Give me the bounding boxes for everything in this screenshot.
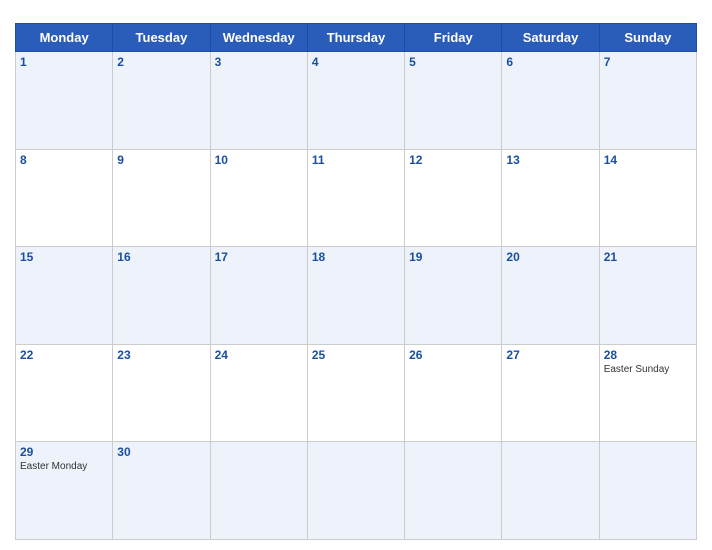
day-number: 29 [20,445,108,459]
day-cell [405,442,502,540]
day-cell: 15 [16,247,113,345]
day-cell: 28 Easter Sunday [599,344,696,442]
weekday-header-tuesday: Tuesday [113,24,210,52]
day-event: Easter Sunday [604,364,692,375]
day-number: 12 [409,153,497,167]
week-row-3: 15 16 17 18 19 20 21 [16,247,697,345]
week-row-5: 29 Easter Monday 30 [16,442,697,540]
day-cell: 5 [405,52,502,150]
day-cell: 11 [307,149,404,247]
day-number: 7 [604,55,692,69]
day-cell: 30 [113,442,210,540]
day-cell: 17 [210,247,307,345]
day-number: 24 [215,348,303,362]
day-number: 25 [312,348,400,362]
day-event: Easter Monday [20,461,108,472]
day-cell: 25 [307,344,404,442]
day-number: 13 [506,153,594,167]
day-number: 15 [20,250,108,264]
day-number: 3 [215,55,303,69]
day-number: 14 [604,153,692,167]
day-cell: 21 [599,247,696,345]
weekday-header-wednesday: Wednesday [210,24,307,52]
day-cell [307,442,404,540]
day-number: 10 [215,153,303,167]
day-number: 22 [20,348,108,362]
week-row-1: 1234567 [16,52,697,150]
day-number: 21 [604,250,692,264]
calendar-table: MondayTuesdayWednesdayThursdayFridaySatu… [15,23,697,540]
day-cell: 8 [16,149,113,247]
day-cell: 23 [113,344,210,442]
day-cell [599,442,696,540]
day-cell: 4 [307,52,404,150]
day-number: 20 [506,250,594,264]
day-number: 11 [312,153,400,167]
day-cell: 29 Easter Monday [16,442,113,540]
day-cell: 13 [502,149,599,247]
calendar-header [15,10,697,23]
day-number: 19 [409,250,497,264]
day-cell: 20 [502,247,599,345]
weekday-header-row: MondayTuesdayWednesdayThursdayFridaySatu… [16,24,697,52]
day-cell: 22 [16,344,113,442]
day-cell: 1 [16,52,113,150]
week-row-2: 89 10 11 12 13 14 [16,149,697,247]
day-number: 1 [20,55,108,69]
day-number: 26 [409,348,497,362]
weekday-header-sunday: Sunday [599,24,696,52]
weekday-header-monday: Monday [16,24,113,52]
day-cell: 14 [599,149,696,247]
day-cell: 19 [405,247,502,345]
day-number: 30 [117,445,205,459]
day-number: 8 [20,153,108,167]
day-cell: 16 [113,247,210,345]
weekday-header-friday: Friday [405,24,502,52]
day-cell: 18 [307,247,404,345]
day-cell: 10 [210,149,307,247]
day-number: 4 [312,55,400,69]
day-cell [502,442,599,540]
day-number: 17 [215,250,303,264]
day-number: 28 [604,348,692,362]
day-number: 2 [117,55,205,69]
day-cell: 2 [113,52,210,150]
weekday-header-saturday: Saturday [502,24,599,52]
day-number: 16 [117,250,205,264]
day-number: 18 [312,250,400,264]
day-cell: 27 [502,344,599,442]
day-cell: 9 [113,149,210,247]
day-number: 6 [506,55,594,69]
day-cell [210,442,307,540]
day-cell: 12 [405,149,502,247]
weekday-header-thursday: Thursday [307,24,404,52]
day-number: 27 [506,348,594,362]
day-number: 5 [409,55,497,69]
day-cell: 26 [405,344,502,442]
day-cell: 3 [210,52,307,150]
day-number: 23 [117,348,205,362]
calendar-page: MondayTuesdayWednesdayThursdayFridaySatu… [0,0,712,550]
day-cell: 24 [210,344,307,442]
day-cell: 7 [599,52,696,150]
day-cell: 6 [502,52,599,150]
day-number: 9 [117,153,205,167]
week-row-4: 22 23 24 25 26 27 28 Easter Sunday [16,344,697,442]
